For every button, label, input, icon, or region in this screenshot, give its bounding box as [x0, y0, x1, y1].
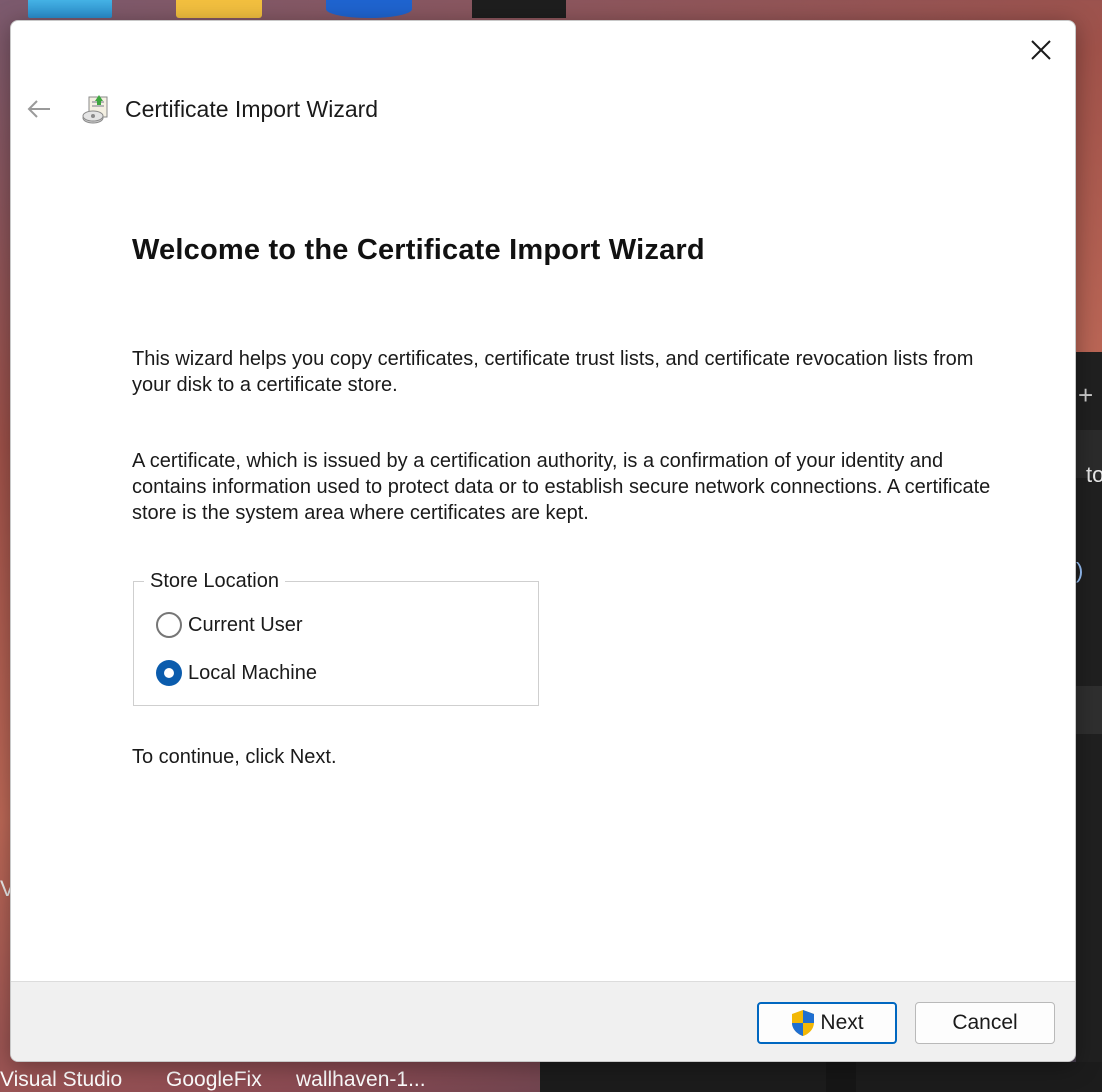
store-location-group: Store Location Current User Local Machin…	[133, 570, 539, 706]
desktop-icon-folder[interactable]	[176, 0, 262, 18]
desktop-label[interactable]: Visual Studio	[0, 1068, 122, 1092]
radio-label-local-machine: Local Machine	[188, 661, 317, 684]
uac-shield-icon	[792, 1010, 815, 1036]
desktop-icon-app-dark[interactable]	[472, 0, 566, 18]
background-divider	[826, 1062, 856, 1092]
desktop-icon-app-blue[interactable]	[326, 0, 412, 18]
next-button-label: Next	[820, 1011, 864, 1034]
cancel-button[interactable]: Cancel	[915, 1002, 1055, 1044]
certificate-description-paragraph: A certificate, which is issued by a cert…	[132, 450, 991, 524]
desktop-label[interactable]: wallhaven-1...	[296, 1068, 426, 1092]
radio-current-user[interactable]: Current User	[156, 612, 302, 638]
dialog-footer: Next Cancel	[11, 981, 1075, 1061]
desktop-labels: Visual Studio GoogleFix wallhaven-1...	[0, 1068, 540, 1092]
plus-icon[interactable]: +	[1078, 382, 1093, 408]
radio-unchecked-icon[interactable]	[156, 612, 182, 638]
page-heading: Welcome to the Certificate Import Wizard	[132, 234, 705, 266]
radio-local-machine[interactable]: Local Machine	[156, 660, 317, 686]
radio-checked-icon[interactable]	[156, 660, 182, 686]
radio-label-current-user: Current User	[188, 613, 303, 636]
background-window-bottom	[540, 1062, 1102, 1092]
certificate-import-wizard-dialog: Certificate Import Wizard Welcome to the…	[10, 20, 1076, 1062]
close-icon	[1031, 40, 1051, 60]
continue-instruction: To continue, click Next.	[132, 746, 337, 768]
window-title: Certificate Import Wizard	[125, 96, 379, 122]
back-arrow-icon	[27, 100, 50, 118]
background-strip	[1076, 686, 1102, 734]
background-window-edge: + to )	[1076, 352, 1102, 1092]
bracket-icon: )	[1076, 558, 1084, 583]
back-button[interactable]	[25, 95, 53, 123]
certificate-wizard-icon	[82, 95, 108, 124]
background-text: to	[1086, 462, 1102, 487]
next-button[interactable]: Next	[757, 1002, 897, 1044]
desktop-label[interactable]: GoogleFix	[166, 1068, 262, 1092]
store-location-label: Store Location	[144, 570, 285, 593]
intro-paragraph: This wizard helps you copy certificates,…	[132, 348, 974, 396]
desktop-icon-app[interactable]	[28, 0, 112, 18]
close-button[interactable]	[1019, 31, 1063, 69]
